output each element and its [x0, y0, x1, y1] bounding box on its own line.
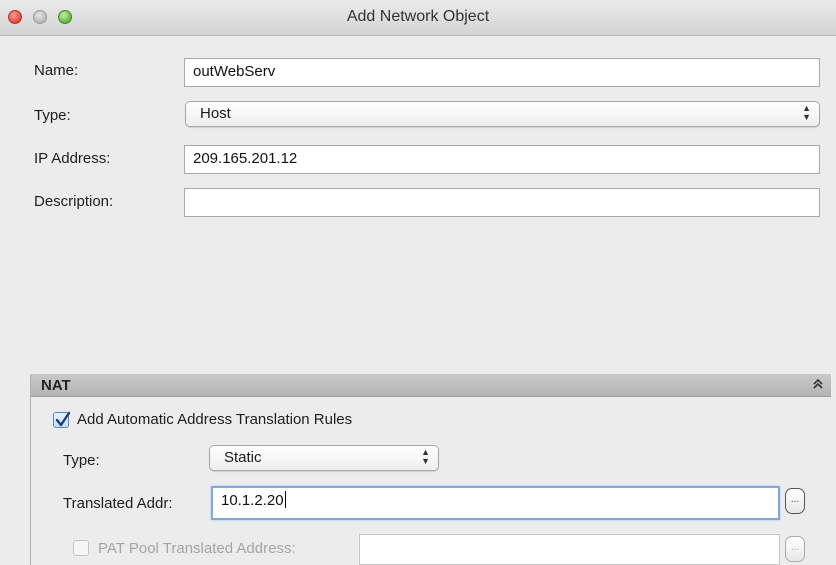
nat-panel-header[interactable]: NAT — [31, 374, 831, 397]
nat-type-label: Type: — [63, 452, 100, 469]
name-field[interactable]: outWebServ — [184, 58, 820, 87]
ip-address-label: IP Address: — [34, 150, 111, 167]
checkmark-icon — [55, 411, 71, 427]
translated-addr-label: Translated Addr: — [63, 495, 173, 512]
pat-pool-browse-button[interactable]: ... — [785, 536, 805, 562]
title-bar: Add Network Object — [0, 0, 836, 36]
description-label: Description: — [34, 193, 114, 210]
nat-type-select[interactable]: Static ▲ ▼ — [209, 445, 439, 471]
updown-arrows-icon: ▲ ▼ — [802, 103, 811, 122]
pat-pool-label: PAT Pool Translated Address: — [98, 540, 296, 557]
type-label: Type: — [34, 107, 71, 124]
type-select[interactable]: Host ▲ ▼ — [185, 101, 820, 127]
translated-addr-browse-button[interactable]: ... — [785, 488, 805, 514]
window-title: Add Network Object — [346, 8, 490, 25]
description-field[interactable] — [184, 188, 820, 217]
translated-addr-field[interactable]: 10.1.2.20 — [211, 486, 780, 520]
pat-pool-field[interactable] — [359, 534, 780, 565]
ip-address-field[interactable]: 209.165.201.12 — [184, 145, 820, 174]
chevron-double-up-icon[interactable] — [813, 375, 823, 394]
text-caret — [284, 491, 286, 508]
pat-pool-checkbox[interactable] — [73, 540, 89, 556]
updown-arrows-icon: ▲ ▼ — [421, 447, 430, 466]
translated-addr-value: 10.1.2.20 — [221, 492, 284, 509]
auto-rules-label: Add Automatic Address Translation Rules — [77, 411, 353, 428]
auto-rules-checkbox[interactable] — [53, 411, 71, 428]
nat-type-select-value: Static — [224, 449, 262, 466]
nat-title: NAT — [41, 377, 71, 394]
name-label: Name: — [34, 62, 79, 79]
nat-panel: NAT Add Automatic Address Translation Ru… — [30, 374, 831, 565]
type-select-value: Host — [200, 105, 231, 122]
